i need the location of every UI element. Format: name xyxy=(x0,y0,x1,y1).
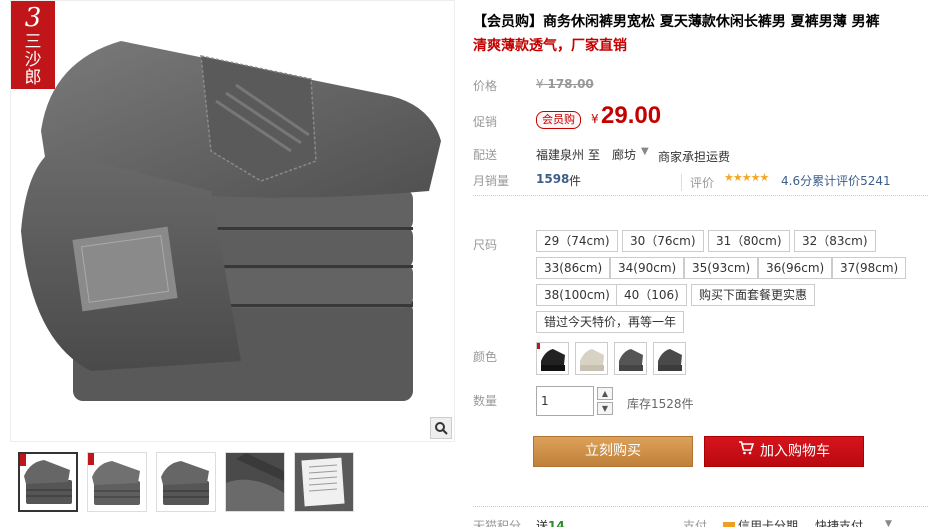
pants-photo xyxy=(21,41,441,401)
thumbnail-3[interactable] xyxy=(156,452,216,512)
destination-city-select[interactable]: 廊坊 xyxy=(612,146,636,163)
cart-icon xyxy=(738,437,755,466)
ship-from: 福建泉州 xyxy=(536,148,585,162)
thumbnail-1[interactable] xyxy=(18,452,78,512)
thumbnail-list xyxy=(18,452,354,512)
shipping-fee: 商家承担运费 xyxy=(658,150,731,164)
review-label: 评价 xyxy=(681,174,714,191)
color-label: 颜色 xyxy=(473,350,498,364)
size-option[interactable]: 35(93cm) xyxy=(684,257,759,279)
size-label: 尺码 xyxy=(473,238,498,252)
ship-to-word: 至 xyxy=(588,148,601,162)
chevron-down-icon[interactable]: ▼ xyxy=(885,519,892,527)
main-product-image[interactable]: 3 三沙郎 xyxy=(10,0,455,442)
brand-mini-flag xyxy=(88,453,94,465)
promo-currency: ¥ xyxy=(591,112,599,126)
size-option[interactable]: 33(86cm) xyxy=(536,257,611,279)
promo-price: 29.00 xyxy=(601,102,662,129)
thumbnail-5[interactable] xyxy=(294,452,354,512)
brand-name: 三沙郎 xyxy=(24,32,42,88)
sales-unit: 件 xyxy=(569,174,582,188)
size-option[interactable]: 错过今天特价，再等一年 xyxy=(536,311,685,333)
credit-installment[interactable]: 信用卡分期 xyxy=(723,517,798,527)
brand-number: 3 xyxy=(24,3,42,33)
product-gallery: 3 三沙郎 xyxy=(10,0,455,527)
size-option[interactable]: 29（74cm) xyxy=(536,230,618,252)
size-option[interactable]: 30（76cm) xyxy=(622,230,704,252)
promo-label: 促销 xyxy=(473,115,498,129)
size-option[interactable]: 32（83cm) xyxy=(794,230,876,252)
brand-mini-flag xyxy=(20,454,26,466)
color-swatch-gray[interactable] xyxy=(653,342,686,375)
vip-badge: 会员购 xyxy=(536,111,581,129)
quantity-label: 数量 xyxy=(473,394,498,408)
star-rating-icon: ★★★★★ xyxy=(724,171,769,184)
quantity-decrease-button[interactable]: ▼ xyxy=(597,402,613,415)
rating-link[interactable]: 4.6分累计评价5241 xyxy=(781,172,891,189)
product-subtitle: 清爽薄款透气，厂家直销 xyxy=(473,38,627,54)
credit-card-icon xyxy=(723,522,735,527)
chevron-down-icon[interactable]: ▼ xyxy=(641,146,649,157)
payment-label: 支付 xyxy=(683,519,708,527)
size-option[interactable]: 37(98cm) xyxy=(832,257,907,279)
brand-logo: 3 三沙郎 xyxy=(11,1,55,89)
original-price: ¥ 178.00 xyxy=(536,77,594,91)
add-to-cart-button[interactable]: 加入购物车 xyxy=(704,436,864,467)
tmall-points-label: 天猫积分 xyxy=(473,519,522,527)
shipping-label: 配送 xyxy=(473,148,498,162)
thumbnail-2[interactable] xyxy=(87,452,147,512)
quantity-input[interactable] xyxy=(536,386,594,416)
price-label: 价格 xyxy=(473,79,498,93)
price-panel: 价格 ¥ 178.00 促销 会员购 ¥ 29.00 配送 福建泉州 至 廊坊 … xyxy=(473,68,928,196)
product-title: 【会员购】商务休闲裤男宽松 夏天薄款休闲长裤男 夏裤男薄 男裤 xyxy=(473,14,880,30)
sales-count: 1598 xyxy=(536,172,570,186)
size-option[interactable]: 购买下面套餐更实惠 xyxy=(691,284,816,306)
size-option[interactable]: 40（106) xyxy=(616,284,687,306)
color-swatch-dark-gray[interactable] xyxy=(614,342,647,375)
sales-label: 月销量 xyxy=(473,174,510,188)
tmall-points-value: 送14 xyxy=(536,519,565,527)
size-option[interactable]: 38(100cm) xyxy=(536,284,618,306)
buy-now-button[interactable]: 立刻购买 xyxy=(533,436,693,467)
product-info: 【会员购】商务休闲裤男宽松 夏天薄款休闲长裤男 夏裤男薄 男裤 清爽薄款透气，厂… xyxy=(473,0,928,527)
quantity-increase-button[interactable]: ▲ xyxy=(597,387,613,400)
size-option[interactable]: 34(90cm) xyxy=(610,257,685,279)
stock-count: 库存1528件 xyxy=(627,397,694,411)
size-option[interactable]: 31（80cm) xyxy=(708,230,790,252)
color-swatch-beige[interactable] xyxy=(575,342,608,375)
color-swatch-black[interactable] xyxy=(536,342,569,375)
quick-pay[interactable]: 快捷支付 xyxy=(815,517,863,527)
footer-info: 天猫积分 送14 支付 信用卡分期 快捷支付 ▼ xyxy=(473,506,928,527)
add-to-cart-label: 加入购物车 xyxy=(760,443,830,460)
zoom-icon[interactable] xyxy=(430,417,452,439)
size-option[interactable]: 36(96cm) xyxy=(758,257,833,279)
thumbnail-4[interactable] xyxy=(225,452,285,512)
